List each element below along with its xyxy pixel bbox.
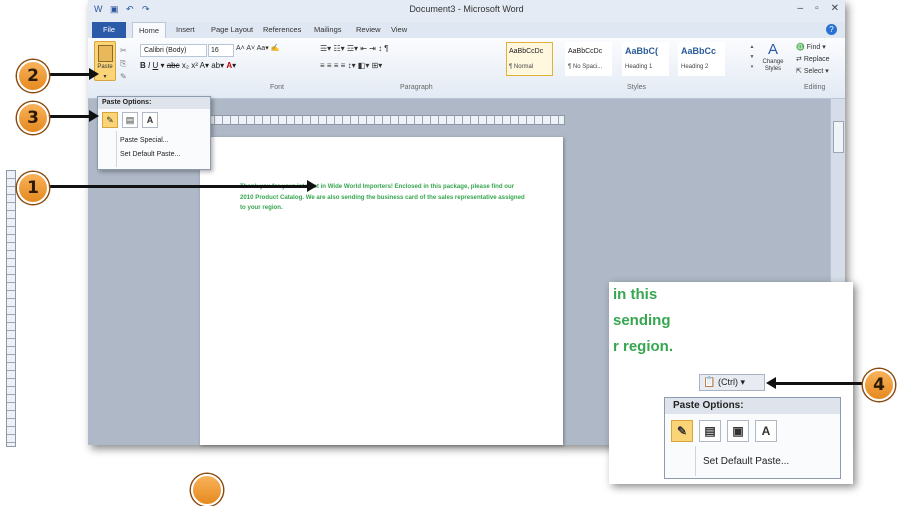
- tab-file[interactable]: File: [92, 22, 126, 38]
- font-size-buttons[interactable]: A˄ A˅ Aa▾ ✍: [236, 44, 279, 52]
- callout-partial: [191, 474, 223, 506]
- group-label-editing: Editing: [804, 84, 826, 91]
- zoom-paste-option-buttons: ✎ ▤ ▣ A: [671, 420, 777, 442]
- callout-4-arrow: [776, 382, 863, 385]
- paste-special-item[interactable]: Paste Special...: [120, 137, 169, 144]
- callout-1: 1: [17, 172, 49, 204]
- merge-formatting-icon[interactable]: ▤: [699, 420, 721, 442]
- clipboard-icon: 📋: [703, 377, 716, 388]
- keep-source-formatting-icon[interactable]: ✎: [102, 112, 118, 128]
- tab-page-layout[interactable]: Page Layout: [211, 25, 253, 34]
- tab-review[interactable]: Review: [356, 25, 381, 34]
- zoom-text-line-2: sending: [613, 312, 671, 329]
- tab-references[interactable]: References: [263, 25, 301, 34]
- callout-4-arrowhead: [766, 377, 776, 389]
- replace-icon: ⇄: [796, 56, 802, 63]
- callout-2-arrow: [47, 73, 89, 76]
- callout-3-arrowhead: [89, 110, 99, 122]
- set-default-paste-item[interactable]: Set Default Paste...: [120, 151, 180, 158]
- binoculars-icon: ♎: [796, 44, 805, 51]
- font-name-field[interactable]: Calibri (Body): [140, 44, 207, 57]
- zoom-menu-separator: [695, 446, 696, 476]
- tab-insert[interactable]: Insert: [176, 25, 195, 34]
- cut-icon[interactable]: ✂: [120, 44, 127, 57]
- callout-2: 2: [17, 60, 49, 92]
- change-styles-button[interactable]: A Change Styles: [759, 41, 787, 73]
- tab-mailings[interactable]: Mailings: [314, 25, 342, 34]
- paste-options-ctrl-button[interactable]: 📋 (Ctrl) ▾: [699, 374, 765, 391]
- scroll-thumb[interactable]: [833, 121, 844, 153]
- style-normal[interactable]: AaBbCcDc ¶ Normal: [506, 42, 553, 76]
- document-page[interactable]: Thank you for your interest in Wide Worl…: [200, 137, 563, 445]
- callout-1-arrowhead: [307, 180, 317, 192]
- keep-source-formatting-icon[interactable]: ✎: [671, 420, 693, 442]
- select-icon: ⇱: [796, 68, 802, 75]
- paste-options-menu: Paste Options: ✎ ▤ A Paste Special... Se…: [97, 96, 211, 170]
- change-styles-icon: A: [767, 41, 778, 58]
- help-icon[interactable]: ?: [826, 24, 837, 35]
- group-label-paragraph: Paragraph: [400, 84, 433, 91]
- paste-option-buttons: ✎ ▤ A: [102, 112, 158, 128]
- callout-3-arrow: [47, 115, 89, 118]
- minimize-icon[interactable]: –: [798, 3, 804, 14]
- styles-scroll-buttons[interactable]: ▲ ▼ ▾: [748, 42, 756, 74]
- close-icon[interactable]: ✕: [831, 3, 839, 14]
- editing-group: ♎ Find ▾ ⇄ Replace ⇱ Select ▾: [796, 42, 830, 78]
- ribbon-home: Paste ▾ ✂ ⎘ ✎ Calibri (Body) 16 A˄ A˅ Aa…: [88, 38, 845, 99]
- maximize-icon[interactable]: ▫: [815, 3, 819, 14]
- format-painter-icon[interactable]: ✎: [120, 70, 127, 83]
- ribbon-tabs: File Home Insert Page Layout References …: [88, 22, 845, 39]
- zoom-set-default-paste-item[interactable]: Set Default Paste...: [703, 456, 789, 467]
- paragraph-align-buttons[interactable]: ≡ ≡ ≡ ≡ ↕▾ ◧▾ ⊞▾: [320, 61, 382, 70]
- tab-view[interactable]: View: [391, 25, 407, 34]
- find-button[interactable]: ♎ Find ▾: [796, 42, 830, 54]
- keep-text-only-icon[interactable]: A: [142, 112, 158, 128]
- zoom-text-line-3: r region.: [613, 338, 674, 355]
- keep-text-only-icon[interactable]: A: [755, 420, 777, 442]
- zoom-paste-options-panel: Paste Options: ✎ ▤ ▣ A Set Default Paste…: [664, 397, 841, 479]
- font-size-field[interactable]: 16: [208, 44, 234, 57]
- callout-2-arrowhead: [89, 68, 99, 80]
- copy-icon[interactable]: ⎘: [120, 57, 127, 70]
- callout-3: 3: [17, 102, 49, 134]
- callout-1-arrow: [47, 185, 307, 188]
- horizontal-ruler[interactable]: [198, 115, 565, 125]
- title-bar: W ▣ ↶ ↷ Document3 - Microsoft Word – ▫ ✕: [88, 0, 845, 23]
- select-button[interactable]: ⇱ Select ▾: [796, 66, 830, 78]
- group-label-font: Font: [270, 84, 285, 91]
- callout-4: 4: [863, 369, 895, 401]
- zoom-text-line-1: in this: [613, 286, 658, 303]
- paragraph-list-buttons[interactable]: ☰▾ ☷▾ ☲▾ ⇤ ⇥ ↕ ¶: [320, 44, 389, 53]
- style-no-spacing[interactable]: AaBbCcDc ¶ No Spaci...: [565, 42, 612, 76]
- picture-icon[interactable]: ▣: [727, 420, 749, 442]
- menu-separator: [116, 131, 117, 167]
- clipboard-small-icons: ✂ ⎘ ✎: [120, 44, 127, 83]
- zoom-paste-options-header: Paste Options:: [665, 398, 840, 414]
- replace-button[interactable]: ⇄ Replace: [796, 54, 830, 66]
- window-controls: – ▫ ✕: [798, 3, 840, 14]
- paste-options-header: Paste Options:: [98, 97, 210, 109]
- vertical-ruler[interactable]: [6, 170, 16, 447]
- tab-home[interactable]: Home: [132, 22, 167, 39]
- group-label-styles: Styles: [627, 84, 647, 91]
- clipboard-icon: [98, 45, 113, 62]
- font-format-buttons[interactable]: B I U ▾ abc x₂ x² A▾ ab▾ A▾: [140, 61, 236, 70]
- merge-formatting-icon[interactable]: ▤: [122, 112, 138, 128]
- window-title: Document3 - Microsoft Word: [409, 4, 524, 14]
- style-heading-1[interactable]: AaBbC( Heading 1: [622, 42, 669, 76]
- style-heading-2[interactable]: AaBbCc Heading 2: [678, 42, 725, 76]
